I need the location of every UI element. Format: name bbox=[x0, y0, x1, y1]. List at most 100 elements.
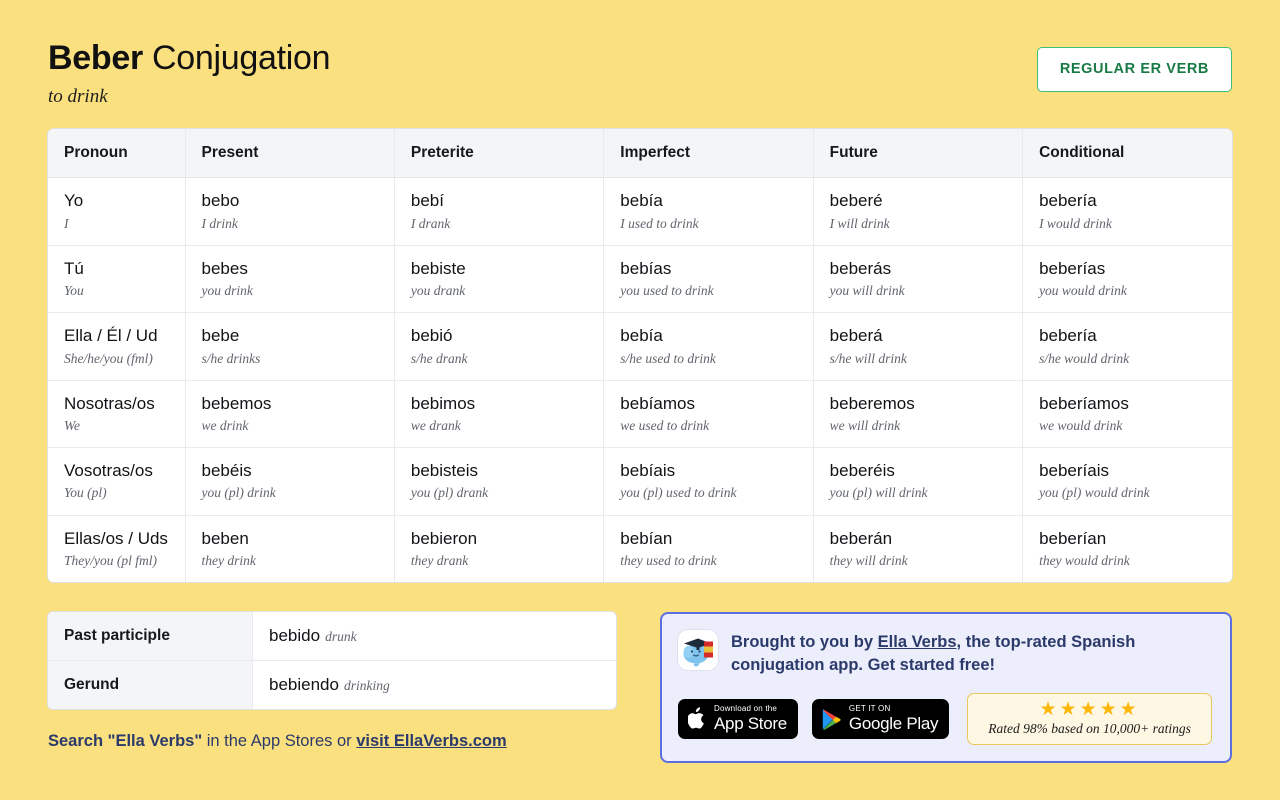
page-title: Beber Conjugation bbox=[48, 40, 330, 77]
apple-logo-icon bbox=[688, 707, 707, 730]
conjugation-gloss: we used to drink bbox=[620, 418, 812, 434]
conjugation-cell: beberías you would drink bbox=[1023, 245, 1232, 312]
conjugation-cell: bebéis you (pl) drink bbox=[185, 448, 394, 515]
app-store-labels: Download on the App Store bbox=[714, 705, 787, 732]
conjugation-form: beberían bbox=[1039, 528, 1232, 549]
conjugation-form: bebió bbox=[411, 325, 603, 346]
conjugation-form: beben bbox=[202, 528, 394, 549]
conjugation-form: beberán bbox=[830, 528, 1022, 549]
conjugation-gloss: we would drink bbox=[1039, 418, 1232, 434]
conjugation-cell: bebisteis you (pl) drank bbox=[394, 448, 603, 515]
conjugation-gloss: you would drink bbox=[1039, 283, 1232, 299]
pronoun-cell: Yo I bbox=[48, 178, 185, 245]
conjugation-gloss: they used to drink bbox=[620, 553, 812, 569]
conjugation-form: bebimos bbox=[411, 393, 603, 414]
table-row: Gerund bebiendodrinking bbox=[48, 661, 616, 710]
conjugation-form: bebían bbox=[620, 528, 812, 549]
app-store-big-label: App Store bbox=[714, 715, 787, 732]
conjugation-form: bebieron bbox=[411, 528, 603, 549]
conjugation-form: bebía bbox=[620, 190, 812, 211]
conjugation-gloss: they drank bbox=[411, 553, 603, 569]
promo-brand-link[interactable]: Ella Verbs bbox=[878, 633, 957, 651]
title-block: Beber Conjugation to drink bbox=[48, 36, 330, 108]
conjugation-gloss: you drink bbox=[202, 283, 394, 299]
conjugation-page: Beber Conjugation to drink REGULAR ER VE… bbox=[0, 0, 1280, 800]
conjugation-form: beberás bbox=[830, 258, 1022, 279]
conjugation-gloss: we drank bbox=[411, 418, 603, 434]
past-participle-form: bebido bbox=[269, 626, 320, 645]
conjugation-form: bebe bbox=[202, 325, 394, 346]
conjugation-form: bebería bbox=[1039, 190, 1232, 211]
conjugation-cell: bebieron they drank bbox=[394, 515, 603, 582]
column-header-conditional: Conditional bbox=[1023, 129, 1232, 178]
star-rating-icon: ★★★★★ bbox=[978, 700, 1201, 720]
pronoun-gloss: She/he/you (fml) bbox=[64, 351, 185, 367]
past-participle-label: Past participle bbox=[48, 612, 253, 661]
pronoun-label: Vosotras/os bbox=[64, 460, 185, 481]
google-play-big-label: Google Play bbox=[849, 715, 938, 732]
conjugation-cell: bebimos we drank bbox=[394, 380, 603, 447]
conjugation-cell: bebemos we drink bbox=[185, 380, 394, 447]
conjugation-table-container: Pronoun Present Preterite Imperfect Futu… bbox=[48, 129, 1232, 582]
gerund-gloss: drinking bbox=[344, 678, 390, 693]
gerund-label: Gerund bbox=[48, 661, 253, 710]
pronoun-label: Nosotras/os bbox=[64, 393, 185, 414]
conjugation-gloss: you (pl) will drink bbox=[830, 485, 1022, 501]
table-row: Yo I bebo I drink bebí I drank bebía I u… bbox=[48, 178, 1232, 245]
conjugation-form: beberé bbox=[830, 190, 1022, 211]
conjugation-form: beberéis bbox=[830, 460, 1022, 481]
conjugation-cell: bebíais you (pl) used to drink bbox=[604, 448, 813, 515]
conjugation-cell: beberían they would drink bbox=[1023, 515, 1232, 582]
ellaverbs-website-link[interactable]: visit EllaVerbs.com bbox=[356, 732, 506, 750]
table-header-row: Pronoun Present Preterite Imperfect Futu… bbox=[48, 129, 1232, 178]
pronoun-label: Yo bbox=[64, 190, 185, 211]
google-play-button[interactable]: GET IT ON Google Play bbox=[812, 699, 949, 739]
conjugation-cell: bebiste you drank bbox=[394, 245, 603, 312]
app-store-button[interactable]: Download on the App Store bbox=[678, 699, 798, 739]
pronoun-gloss: You bbox=[64, 283, 185, 299]
pronoun-label: Ellas/os / Uds bbox=[64, 528, 185, 549]
column-header-pronoun: Pronoun bbox=[48, 129, 185, 178]
pronoun-gloss: They/you (pl fml) bbox=[64, 553, 185, 569]
conjugation-form: beberíais bbox=[1039, 460, 1232, 481]
past-participle-gloss: drunk bbox=[325, 629, 357, 644]
conjugation-form: bebo bbox=[202, 190, 394, 211]
conjugation-cell: beberíamos we would drink bbox=[1023, 380, 1232, 447]
conjugation-gloss: they would drink bbox=[1039, 553, 1232, 569]
search-instruction-bold: Search "Ella Verbs" bbox=[48, 732, 202, 750]
google-play-small-label: GET IT ON bbox=[849, 705, 938, 713]
table-row: Ella / Él / Ud She/he/you (fml) bebe s/h… bbox=[48, 313, 1232, 380]
conjugation-cell: bebían they used to drink bbox=[604, 515, 813, 582]
conjugation-cell: bebes you drink bbox=[185, 245, 394, 312]
table-row: Nosotras/os We bebemos we drink bebimos … bbox=[48, 380, 1232, 447]
conjugation-gloss: we will drink bbox=[830, 418, 1022, 434]
pronoun-cell: Nosotras/os We bbox=[48, 380, 185, 447]
column-header-future: Future bbox=[813, 129, 1022, 178]
conjugation-form: bebíais bbox=[620, 460, 812, 481]
conjugation-cell: beberá s/he will drink bbox=[813, 313, 1022, 380]
conjugation-cell: bebía I used to drink bbox=[604, 178, 813, 245]
conjugation-cell: bebo I drink bbox=[185, 178, 394, 245]
promo-box: Brought to you by Ella Verbs, the top-ra… bbox=[660, 612, 1232, 763]
conjugation-gloss: you (pl) would drink bbox=[1039, 485, 1232, 501]
conjugation-cell: beberás you will drink bbox=[813, 245, 1022, 312]
verb-name: Beber bbox=[48, 39, 143, 77]
conjugation-cell: bebías you used to drink bbox=[604, 245, 813, 312]
conjugation-gloss: you drank bbox=[411, 283, 603, 299]
conjugation-form: bebía bbox=[620, 325, 812, 346]
conjugation-gloss: I used to drink bbox=[620, 216, 812, 232]
conjugation-form: bebiste bbox=[411, 258, 603, 279]
conjugation-form: beberemos bbox=[830, 393, 1022, 414]
conjugation-gloss: s/he drinks bbox=[202, 351, 394, 367]
conjugation-cell: beberéis you (pl) will drink bbox=[813, 448, 1022, 515]
conjugation-form: bebías bbox=[620, 258, 812, 279]
conjugation-form: beberá bbox=[830, 325, 1022, 346]
conjugation-form: bebería bbox=[1039, 325, 1232, 346]
conjugation-gloss: you (pl) drank bbox=[411, 485, 603, 501]
pronoun-cell: Ellas/os / Uds They/you (pl fml) bbox=[48, 515, 185, 582]
conjugation-gloss: you (pl) drink bbox=[202, 485, 394, 501]
conjugation-cell: beberíais you (pl) would drink bbox=[1023, 448, 1232, 515]
conjugation-cell: beberán they will drink bbox=[813, 515, 1022, 582]
conjugation-cell: beben they drink bbox=[185, 515, 394, 582]
conjugation-gloss: we drink bbox=[202, 418, 394, 434]
